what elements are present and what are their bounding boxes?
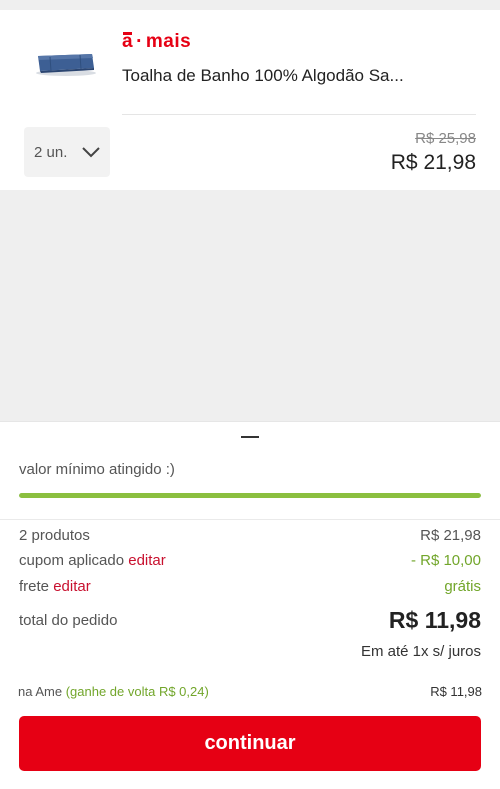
shipping-row: frete editar grátis — [19, 578, 481, 600]
original-price: R$ 25,98 — [415, 130, 476, 147]
ame-label: na Ame — [18, 684, 63, 699]
ame-row: na Ame (ganhe de volta R$ 0,24) R$ 11,98 — [18, 684, 482, 702]
ame-cashback: (ganhe de volta R$ 0,24) — [65, 684, 209, 699]
ame-value: R$ 11,98 — [430, 684, 482, 699]
current-price: R$ 21,98 — [390, 151, 476, 174]
min-value-message: valor mínimo atingido :) — [19, 461, 175, 478]
product-card: a · mais Toalha de Banho 100% Algodão Sa… — [0, 10, 500, 190]
coupon-discount: - R$ 10,00 — [410, 552, 481, 569]
min-value-progress — [19, 493, 481, 498]
ame-label-group: na Ame (ganhe de volta R$ 0,24) — [18, 684, 209, 699]
cart-page: a · mais Toalha de Banho 100% Algodão Sa… — [0, 0, 500, 789]
brand-logo-text: mais — [145, 31, 192, 52]
card-divider — [122, 114, 476, 115]
brand-logo-a: a — [122, 31, 134, 52]
total-row: total do pedido R$ 11,98 — [19, 607, 481, 636]
shipping-label: frete — [19, 578, 50, 595]
products-label: 2 produtos — [19, 527, 90, 544]
brand-logo: a · mais — [122, 29, 191, 55]
installments-text: Em até 1x s/ juros — [360, 643, 481, 660]
brand-logo-dot: · — [136, 31, 143, 52]
progress-fill — [19, 493, 481, 498]
shipping-value: grátis — [444, 578, 481, 595]
quantity-select[interactable]: 2 un. — [24, 127, 110, 177]
sheet-drag-handle[interactable] — [241, 436, 259, 438]
order-summary-sheet: valor mínimo atingido :) 2 produtos R$ 2… — [0, 421, 500, 789]
continue-button[interactable]: continuar — [19, 716, 481, 771]
coupon-label-group: cupom aplicado editar — [19, 552, 166, 569]
products-row: 2 produtos R$ 21,98 — [19, 527, 481, 549]
coupon-row: cupom aplicado editar - R$ 10,00 — [19, 552, 481, 574]
sheet-divider — [0, 519, 500, 520]
coupon-edit-link[interactable]: editar — [128, 552, 166, 569]
shipping-edit-link[interactable]: editar — [53, 578, 91, 595]
total-value: R$ 11,98 — [388, 607, 481, 633]
quantity-value: 2 un. — [34, 143, 68, 161]
shipping-label-group: frete editar — [19, 578, 91, 595]
coupon-label: cupom aplicado — [19, 552, 125, 569]
total-label: total do pedido — [19, 612, 118, 629]
product-thumbnail[interactable] — [30, 48, 100, 78]
chevron-down-icon — [82, 147, 101, 158]
product-name[interactable]: Toalha de Banho 100% Algodão Sa... — [122, 66, 452, 86]
products-value: R$ 21,98 — [420, 527, 481, 544]
